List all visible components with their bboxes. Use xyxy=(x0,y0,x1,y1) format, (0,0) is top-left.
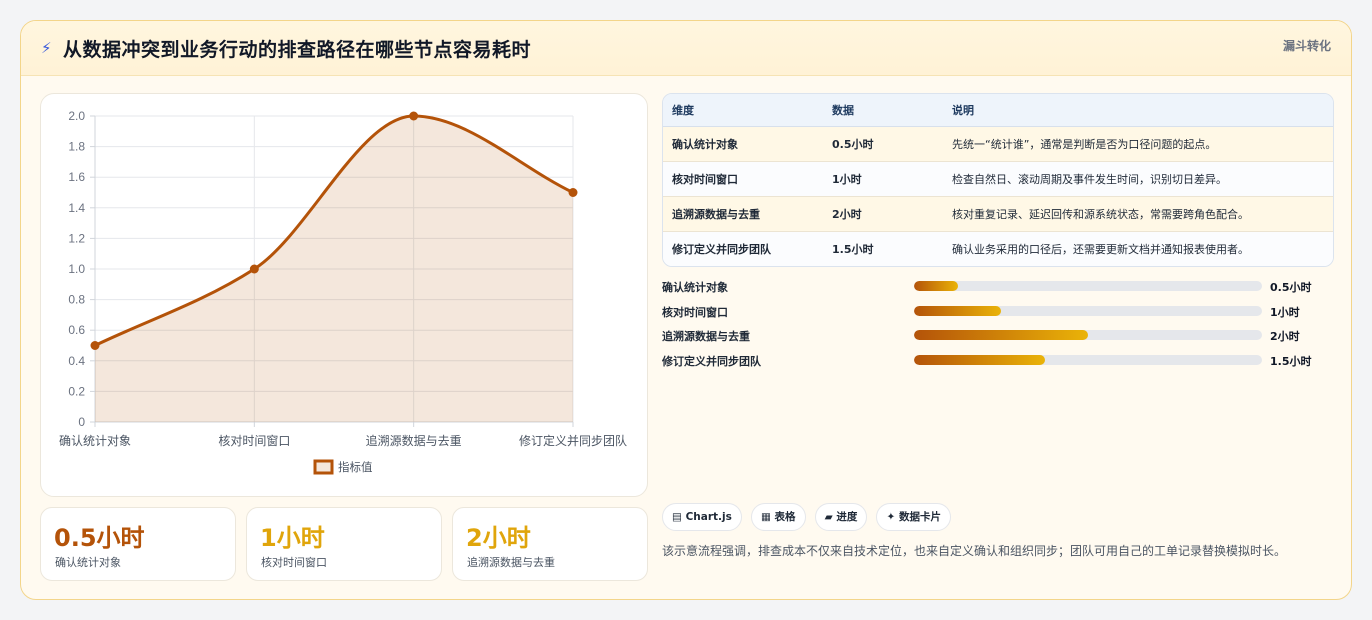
data-point xyxy=(90,341,100,350)
table-row: 确认统计对象 0.5小时 先统一“统计谁”，通常是判断是否为口径问题的起点。 xyxy=(663,126,1333,162)
data-point xyxy=(249,264,259,274)
x-tick-label: 修订定义并同步团队 xyxy=(519,433,627,448)
progress-row: 追溯源数据与去重 2小时 xyxy=(662,326,1334,351)
column-header: 说明 xyxy=(943,94,1333,127)
y-tick-label: 1.6 xyxy=(68,170,85,184)
x-tick-label: 核对时间窗口 xyxy=(218,434,290,448)
column-header: 维度 xyxy=(663,94,823,127)
progress-row: 修订定义并同步团队 1.5小时 xyxy=(662,351,1334,376)
chip-table[interactable]: ▦ 表格 xyxy=(750,503,806,531)
legend-swatch xyxy=(313,459,334,475)
cell-dimension: 追溯源数据与去重 xyxy=(663,196,823,232)
line-chart: 0 0.2 0.4 0.6 0.8 1.0 1.2 1.4 1.6 1.8 2.0 确认统计对象 核对时… xyxy=(40,93,648,497)
y-tick-label: 1.0 xyxy=(68,262,85,276)
y-tick-label: 1.2 xyxy=(68,231,85,245)
lightning-icon: ⚡ xyxy=(41,39,52,57)
kpi-value: 1小时 xyxy=(260,524,325,552)
table-header-row: 维度 数据 说明 xyxy=(663,94,1333,127)
table-row: 追溯源数据与去重 2小时 核对重复记录、延迟回传和源系统状态，常需要跨角色配合。 xyxy=(663,196,1333,232)
kpi-card: 2小时 追溯源数据与去重 xyxy=(452,507,648,581)
progress-fill xyxy=(914,330,1088,341)
cell-dimension: 核对时间窗口 xyxy=(663,161,823,197)
cell-description: 确认业务采用的口径后，还需要更新文档并通知报表使用者。 xyxy=(943,231,1333,266)
y-tick-label: 0.6 xyxy=(68,323,85,337)
feature-chips: ▤ Chart.js ▦ 表格 ▰ 进度 ✦ 数据卡片 xyxy=(662,503,955,531)
progress-track xyxy=(914,305,1262,316)
cell-description: 检查自然日、滚动周期及事件发生时间，识别切日差异。 xyxy=(943,161,1333,197)
kpi-label: 核对时间窗口 xyxy=(261,556,327,569)
kpi-value: 0.5小时 xyxy=(54,524,145,552)
progress-row: 确认统计对象 0.5小时 xyxy=(662,277,1334,302)
x-tick-label: 追溯源数据与去重 xyxy=(366,433,462,448)
y-tick-label: 2.0 xyxy=(68,109,85,123)
cell-value: 1.5小时 xyxy=(823,231,943,266)
kpi-label: 追溯源数据与去重 xyxy=(467,556,555,569)
y-tick-label: 0 xyxy=(78,415,85,429)
cell-value: 1小时 xyxy=(823,161,943,197)
page-title: 从数据冲突到业务行动的排查路径在哪些节点容易耗时 xyxy=(63,39,532,61)
progress-track xyxy=(914,330,1262,341)
progress-value: 0.5小时 xyxy=(1270,281,1312,294)
column-header: 数据 xyxy=(823,94,943,127)
progress-track xyxy=(914,354,1262,365)
cell-value: 2小时 xyxy=(823,196,943,232)
data-point xyxy=(409,111,419,121)
kpi-card: 1小时 核对时间窗口 xyxy=(246,507,442,581)
cell-dimension: 修订定义并同步团队 xyxy=(663,231,823,266)
footnote: 该示意流程强调，排查成本不仅来自技术定位，也来自定义确认和组织同步；团队可用自己… xyxy=(662,544,1287,558)
progress-label: 确认统计对象 xyxy=(662,281,728,294)
progress-track xyxy=(914,281,1262,291)
data-point xyxy=(568,188,578,197)
progress-label: 核对时间窗口 xyxy=(662,305,728,319)
progress-fill xyxy=(914,281,958,291)
data-table: 维度 数据 说明 确认统计对象 0.5小时 先统一“统计谁”，通常是判断是否为口… xyxy=(662,93,1334,267)
kpi-card: 0.5小时 确认统计对象 xyxy=(40,507,236,581)
progress-value: 1.5小时 xyxy=(1270,354,1312,368)
cell-dimension: 确认统计对象 xyxy=(663,126,823,162)
category-tag: 漏斗转化 xyxy=(1282,39,1331,53)
y-tick-label: 1.4 xyxy=(68,201,85,215)
chip-data-cards[interactable]: ✦ 数据卡片 xyxy=(876,503,951,531)
cell-description: 先统一“统计谁”，通常是判断是否为口径问题的起点。 xyxy=(943,126,1333,162)
progress-fill xyxy=(914,305,1001,316)
progress-value: 2小时 xyxy=(1270,330,1300,344)
kpi-value: 2小时 xyxy=(466,524,531,552)
cell-value: 0.5小时 xyxy=(823,126,943,162)
progress-value: 1小时 xyxy=(1270,305,1300,319)
x-tick-label: 确认统计对象 xyxy=(59,434,131,448)
chip-chartjs[interactable]: ▤ Chart.js xyxy=(662,503,742,531)
progress-label: 追溯源数据与去重 xyxy=(662,330,750,344)
progress-label: 修订定义并同步团队 xyxy=(662,354,761,368)
y-tick-label: 0.4 xyxy=(68,354,85,368)
table-row: 修订定义并同步团队 1.5小时 确认业务采用的口径后，还需要更新文档并通知报表使… xyxy=(663,231,1333,266)
y-tick-label: 0.2 xyxy=(68,384,85,398)
progress-fill xyxy=(914,354,1045,365)
progress-row: 核对时间窗口 1小时 xyxy=(662,302,1334,327)
chart-svg: 0 0.2 0.4 0.6 0.8 1.0 1.2 1.4 1.6 1.8 2.0 确认统计对象 核对时… xyxy=(59,109,627,475)
y-tick-label: 0.8 xyxy=(68,293,85,307)
kpi-label: 确认统计对象 xyxy=(55,556,121,569)
y-tick-label: 1.8 xyxy=(68,140,85,154)
chip-progress[interactable]: ▰ 进度 xyxy=(814,503,868,531)
table-row: 核对时间窗口 1小时 检查自然日、滚动周期及事件发生时间，识别切日差异。 xyxy=(663,161,1333,197)
legend-label: 指标值 xyxy=(338,460,373,474)
cell-description: 核对重复记录、延迟回传和源系统状态，常需要跨角色配合。 xyxy=(943,196,1333,232)
progress-list: 确认统计对象 0.5小时 核对时间窗口 1小时 追溯源数据与去重 2小时 修订定… xyxy=(662,277,1334,375)
card-header: ⚡ 从数据冲突到业务行动的排查路径在哪些节点容易耗时 漏斗转化 xyxy=(21,21,1351,76)
dashboard-card: ⚡ 从数据冲突到业务行动的排查路径在哪些节点容易耗时 漏斗转化 0 0.2 0.4 0… xyxy=(20,20,1352,600)
